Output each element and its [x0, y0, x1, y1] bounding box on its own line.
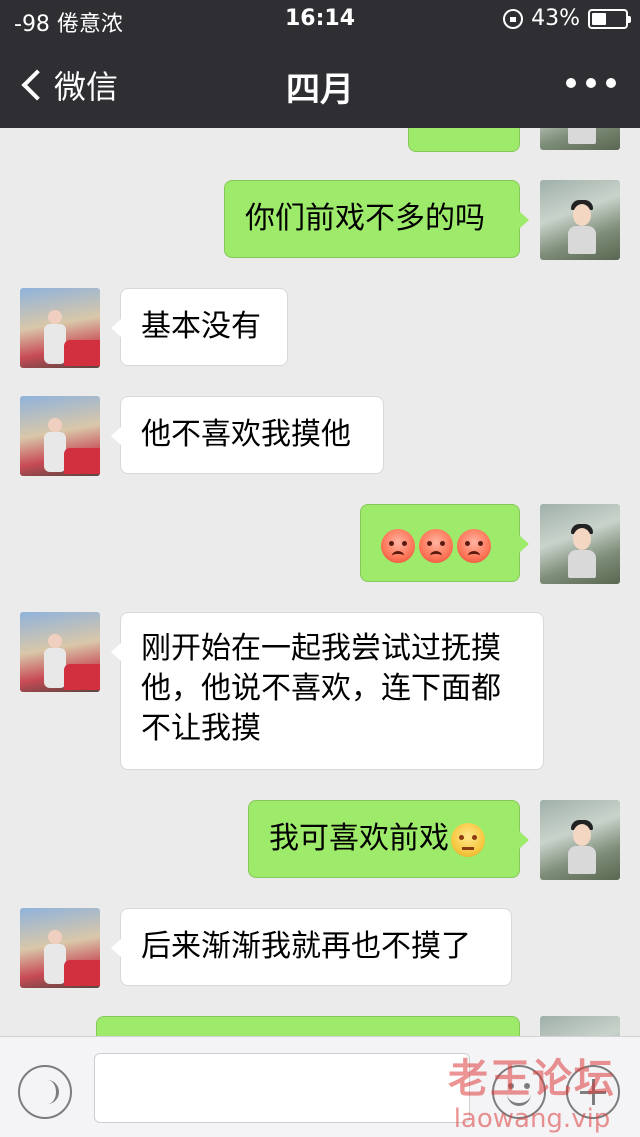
voice-icon[interactable] — [18, 1065, 72, 1119]
my-avatar[interactable] — [540, 504, 620, 584]
battery-icon — [588, 8, 631, 29]
message-text: 你们前戏不多的吗 — [245, 201, 485, 236]
message-text: 后来渐渐我就再也不摸了 — [141, 929, 471, 964]
message-line: 刚开始在一起我尝试过抚摸 — [141, 631, 501, 666]
more-dots-icon[interactable] — [566, 78, 616, 88]
contact-avatar[interactable] — [20, 612, 100, 692]
message-line: 他，他说不喜欢，连下面都 — [141, 671, 501, 706]
status-right: 43% — [503, 6, 631, 31]
smirk-face-icon — [451, 822, 485, 857]
contact-avatar[interactable] — [20, 908, 100, 988]
contact-avatar[interactable] — [20, 396, 100, 476]
angry-face-icon — [457, 528, 491, 563]
my-avatar[interactable] — [540, 800, 620, 880]
message-input[interactable] — [94, 1053, 470, 1123]
input-bar — [0, 1036, 640, 1137]
chat-title: 四月 — [286, 70, 354, 110]
emoji-smile-icon[interactable] — [492, 1065, 546, 1119]
message-list[interactable]: 你们前戏不多的吗 基本没有 他不喜欢我摸他 刚开始在一起我尝试过抚摸 他，他说不… — [0, 128, 640, 1036]
message-bubble-me[interactable] — [96, 1016, 520, 1036]
message-line: 不让我摸 — [141, 711, 261, 746]
message-text: 我可喜欢前戏 — [269, 821, 449, 856]
status-bar: -98 倦意浓 16:14 43% — [0, 0, 640, 40]
angry-face-icon — [419, 528, 453, 563]
battery-percent: 43% — [531, 6, 580, 31]
message-bubble-contact[interactable]: 他不喜欢我摸他 — [111, 396, 384, 474]
top-bar: -98 倦意浓 16:14 43% 微信 四月 — [0, 0, 640, 128]
message-text: 他不喜欢我摸他 — [141, 417, 351, 452]
message-bubble-me[interactable] — [360, 504, 529, 582]
contact-avatar[interactable] — [20, 288, 100, 368]
angry-face-icon — [381, 528, 415, 563]
message-bubble-contact[interactable]: 刚开始在一起我尝试过抚摸 他，他说不喜欢，连下面都 不让我摸 — [111, 612, 544, 770]
message-bubble-me[interactable] — [408, 128, 520, 152]
message-bubble-contact[interactable]: 后来渐渐我就再也不摸了 — [111, 908, 512, 986]
message-bubble-contact[interactable]: 基本没有 — [111, 288, 288, 366]
my-avatar[interactable] — [540, 1016, 620, 1036]
message-text: 基本没有 — [141, 309, 261, 344]
nav-bar: 微信 四月 — [0, 40, 640, 128]
my-avatar[interactable] — [540, 180, 620, 260]
plus-icon[interactable] — [566, 1065, 620, 1119]
rotation-lock-icon — [503, 8, 524, 29]
my-avatar[interactable] — [540, 128, 620, 150]
message-bubble-me[interactable]: 你们前戏不多的吗 — [224, 180, 529, 258]
message-bubble-me[interactable]: 我可喜欢前戏 — [248, 800, 529, 878]
